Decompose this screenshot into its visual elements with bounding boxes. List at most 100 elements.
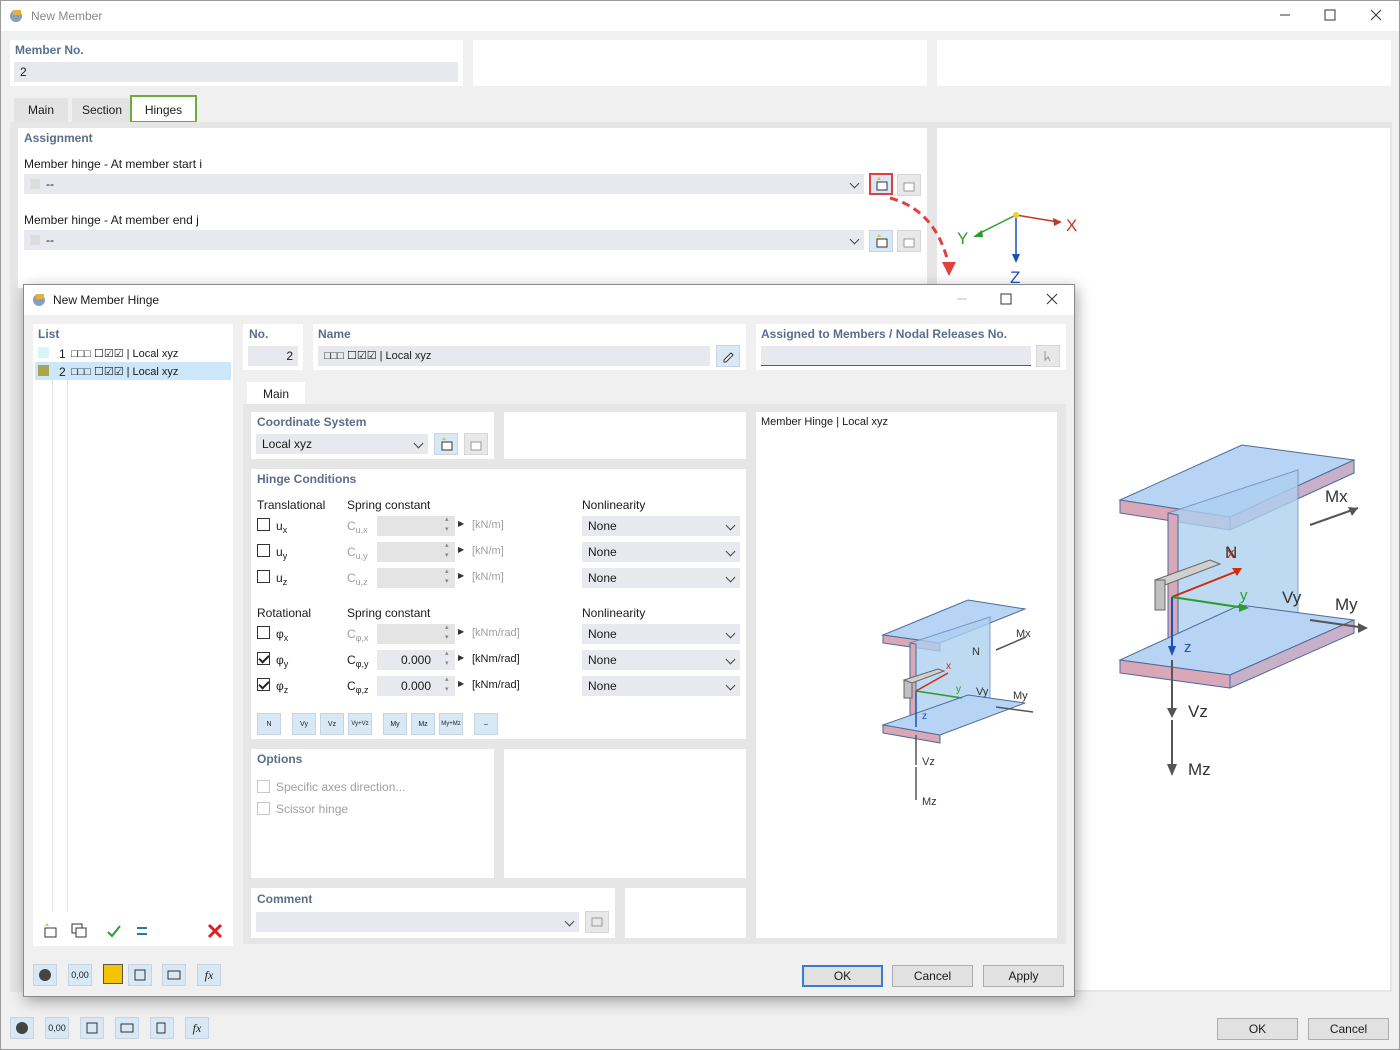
nonlinearity-select[interactable]: None <box>582 568 740 588</box>
preset-vz-button[interactable]: Vz <box>320 713 344 735</box>
outer-help-button[interactable] <box>10 1017 34 1039</box>
dialog-maximize-button[interactable] <box>999 292 1013 306</box>
outer-cancel-button[interactable]: Cancel <box>1308 1018 1389 1040</box>
preset-mz-button[interactable]: Mz <box>411 713 435 735</box>
axes-gizmo: X Y Z <box>957 212 1077 287</box>
name-field[interactable]: □□□ ☐☑☑ | Local xyz <box>318 346 710 366</box>
decimals-button[interactable]: 0,00 <box>68 964 92 986</box>
expand-arrow-icon[interactable]: ▶ <box>458 653 464 662</box>
tool-button[interactable] <box>128 964 152 986</box>
minimize-button[interactable] <box>1278 8 1292 22</box>
spring-input[interactable] <box>377 624 455 644</box>
spin-arrows-icon[interactable]: ▴ ▾ <box>445 515 449 535</box>
spring-input[interactable] <box>377 542 455 562</box>
tab-main[interactable]: Main <box>14 98 68 122</box>
preset-clear-button[interactable]: – <box>474 713 498 735</box>
edit-cs-button[interactable] <box>464 433 488 455</box>
spin-arrows-icon[interactable]: ▴ ▾ <box>445 623 449 643</box>
hinge-checkbox[interactable] <box>257 626 270 639</box>
hinge-end-select[interactable]: -- <box>24 230 864 250</box>
list-delete-button[interactable] <box>203 920 227 942</box>
no-field[interactable]: 2 <box>248 346 298 366</box>
member-no-label: Member No. <box>15 43 84 57</box>
list-renumber-button[interactable] <box>131 920 155 942</box>
expand-arrow-icon[interactable]: ▶ <box>458 571 464 580</box>
expand-arrow-icon[interactable]: ▶ <box>458 627 464 636</box>
spring-input[interactable] <box>377 568 455 588</box>
assigned-field[interactable] <box>761 346 1031 366</box>
nonlinearity-select[interactable]: None <box>582 624 740 644</box>
spin-arrows-icon[interactable]: ▴ ▾ <box>445 649 449 669</box>
hinge-checkbox[interactable] <box>257 678 270 691</box>
list-check-button[interactable] <box>102 920 126 942</box>
outer-view-button[interactable] <box>115 1017 139 1039</box>
dialog-close-button[interactable] <box>1045 292 1059 306</box>
list-item-selected[interactable]: 2 □□□ ☐☑☑ | Local xyz <box>35 362 231 380</box>
preset-mymz-button[interactable]: My+Mz <box>439 713 463 735</box>
assignment-label: Assignment <box>24 131 93 145</box>
hinge-checkbox[interactable] <box>257 518 270 531</box>
spin-arrows-icon[interactable]: ▴ ▾ <box>445 567 449 587</box>
dialog-apply-button[interactable]: Apply <box>983 965 1064 987</box>
hinge-start-select[interactable]: -- <box>24 174 864 194</box>
spin-arrows-icon[interactable]: ▴ ▾ <box>445 541 449 561</box>
hinge-checkbox[interactable] <box>257 570 270 583</box>
dialog-ok-button[interactable]: OK <box>802 965 883 987</box>
spring-input[interactable]: 0.000 <box>377 650 455 670</box>
expand-arrow-icon[interactable]: ▶ <box>458 545 464 554</box>
nonlinearity-select[interactable]: None <box>582 542 740 562</box>
formula-button[interactable]: fx <box>197 964 221 986</box>
spin-arrows-icon[interactable]: ▴ ▾ <box>445 675 449 695</box>
unit-label: [kN/m] <box>472 571 504 583</box>
expand-arrow-icon[interactable]: ▶ <box>458 679 464 688</box>
view-button[interactable] <box>162 964 186 986</box>
list-guide <box>52 362 53 912</box>
outer-tool-3[interactable] <box>80 1017 104 1039</box>
outer-decimals-button[interactable]: 0,00 <box>45 1017 69 1039</box>
hinge-checkbox[interactable] <box>257 652 270 665</box>
outer-ok-button[interactable]: OK <box>1217 1018 1298 1040</box>
dof-label: φz <box>276 679 289 695</box>
hinge-checkbox[interactable] <box>257 544 270 557</box>
spring-input[interactable] <box>377 516 455 536</box>
cs-select[interactable]: Local xyz <box>256 434 428 454</box>
unit-label: [kN/m] <box>472 545 504 557</box>
maximize-button[interactable] <box>1323 8 1337 22</box>
comment-library-button[interactable] <box>585 911 609 933</box>
nonlinearity-select[interactable]: None <box>582 676 740 696</box>
tab-section[interactable]: Section <box>72 98 132 122</box>
nonlinearity-label-r: Nonlinearity <box>582 606 646 620</box>
hinge-end-label: Member hinge - At member end j <box>24 213 199 227</box>
list-new-button[interactable] <box>38 920 62 942</box>
nonlinearity-select[interactable]: None <box>582 516 740 536</box>
preset-vy-button[interactable]: Vy <box>292 713 316 735</box>
nonlinearity-select[interactable]: None <box>582 650 740 670</box>
tab-hinges[interactable]: Hinges <box>130 95 197 123</box>
outer-titlebar <box>1 1 1399 31</box>
list-copy-button[interactable] <box>67 920 91 942</box>
edit-name-button[interactable] <box>716 345 740 367</box>
pick-members-button[interactable] <box>1036 345 1060 367</box>
comment-select[interactable] <box>256 912 579 932</box>
close-button[interactable] <box>1369 8 1383 22</box>
color-swatch-button[interactable] <box>103 964 123 984</box>
help-button[interactable] <box>33 964 57 986</box>
member-no-field[interactable]: 2 <box>14 62 458 82</box>
list-item[interactable]: 1 □□□ ☐☑☑ | Local xyz <box>35 344 231 362</box>
preset-n-button[interactable]: N <box>257 713 281 735</box>
tab-main-dialog[interactable]: Main <box>247 382 305 406</box>
outer-tool-5[interactable] <box>150 1017 174 1039</box>
spring-symbol: Cφ,z <box>347 679 369 695</box>
outer-formula-button[interactable]: fx <box>185 1017 209 1039</box>
preset-vyvz-button[interactable]: Vy+Vz <box>348 713 372 735</box>
scissor-hinge-checkbox[interactable] <box>257 802 270 815</box>
new-cs-button[interactable] <box>434 433 458 455</box>
preset-my-button[interactable]: My <box>383 713 407 735</box>
specific-axes-checkbox[interactable] <box>257 780 270 793</box>
dialog-cancel-button[interactable]: Cancel <box>892 965 973 987</box>
top-right-panel <box>937 40 1391 86</box>
spring-input[interactable]: 0.000 <box>377 676 455 696</box>
dialog-minimize-button[interactable] <box>955 292 969 306</box>
list-item-no: 1 <box>59 347 66 361</box>
expand-arrow-icon[interactable]: ▶ <box>458 519 464 528</box>
